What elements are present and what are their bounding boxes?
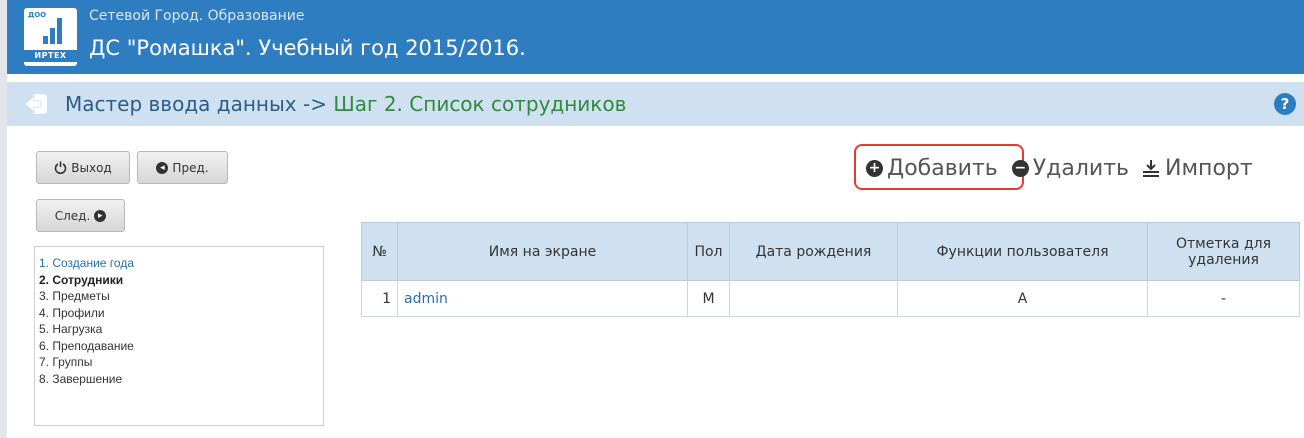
table-header-row: № Имя на экране Пол Дата рождения Функци… [361, 222, 1300, 281]
wizard-steps-list: 1. Создание года 2. Сотрудники 3. Предме… [34, 246, 324, 426]
bar-chart-icon [43, 18, 63, 44]
step-item-current: 2. Сотрудники [39, 272, 124, 287]
column-header-functions[interactable]: Функции пользователя [897, 222, 1148, 281]
column-header-delete-mark: Отметка для удаления [1147, 222, 1300, 281]
step-item: 8. Завершение [39, 371, 123, 386]
back-arrow-icon[interactable] [23, 92, 49, 116]
import-label: Импорт [1165, 155, 1253, 181]
cell-gender: М [687, 280, 730, 317]
power-icon [54, 161, 67, 174]
column-header-num: № [361, 222, 398, 281]
plus-circle-icon: + [866, 159, 883, 177]
org-title: ДС "Ромашка". Учебный год 2015/2016. [89, 36, 526, 60]
column-header-gender[interactable]: Пол [687, 222, 730, 281]
delete-label: Удалить [1032, 155, 1129, 181]
wizard-title-prefix: Мастер ввода данных -> [65, 92, 334, 116]
step-item[interactable]: 1. Создание года [39, 255, 319, 272]
column-header-birth-date[interactable]: Дата рождения [729, 222, 898, 281]
import-icon [1143, 160, 1159, 177]
import-button[interactable]: Импорт [1141, 156, 1253, 181]
cell-delete-mark[interactable]: - [1147, 280, 1300, 317]
arrow-left-circle-icon: ◂ [156, 161, 169, 174]
app-title: Сетевой Город. Образование [89, 8, 305, 24]
step-item: 7. Группы [39, 355, 93, 369]
table-row: 1 admin М А - [361, 280, 1300, 317]
prev-label: Пред. [172, 160, 209, 175]
cell-functions: А [897, 280, 1148, 317]
app-logo[interactable]: ДОО ИРТЕХ [24, 8, 77, 66]
arrow-right-circle-icon: ▸ [94, 209, 107, 222]
cell-birth-date [729, 280, 898, 317]
exit-button[interactable]: Выход [36, 151, 130, 184]
wizard-step-title: Шаг 2. Список сотрудников [333, 92, 627, 116]
add-button[interactable]: + Добавить [866, 156, 998, 181]
delete-button[interactable]: − Удалить [1011, 155, 1129, 181]
step-item: 3. Предметы [39, 289, 110, 303]
wizard-title: Мастер ввода данных -> Шаг 2. Список сот… [65, 92, 626, 116]
cell-num: 1 [361, 280, 398, 317]
wizard-bar: Мастер ввода данных -> Шаг 2. Список сот… [7, 82, 1304, 126]
logo-brand: ИРТЕХ [24, 50, 77, 62]
add-label: Добавить [887, 155, 998, 181]
column-header-name[interactable]: Имя на экране [397, 222, 688, 281]
step-item: 5. Нагрузка [39, 322, 103, 336]
next-button[interactable]: След. ▸ [36, 199, 125, 232]
step-item: 4. Профили [39, 305, 105, 320]
exit-label: Выход [71, 160, 112, 175]
step-item: 6. Преподавание [39, 338, 134, 353]
prev-button[interactable]: ◂ Пред. [137, 151, 228, 184]
help-icon[interactable]: ? [1274, 93, 1296, 115]
minus-circle-icon: − [1011, 159, 1029, 177]
cell-name-link[interactable]: admin [397, 280, 688, 317]
staff-table: № Имя на экране Пол Дата рождения Функци… [361, 222, 1300, 317]
toolbar-actions: + Добавить − Удалить Импорт [866, 150, 1253, 186]
app-header: ДОО ИРТЕХ Сетевой Город. Образование ДС … [7, 0, 1304, 74]
next-label: След. [54, 208, 91, 223]
